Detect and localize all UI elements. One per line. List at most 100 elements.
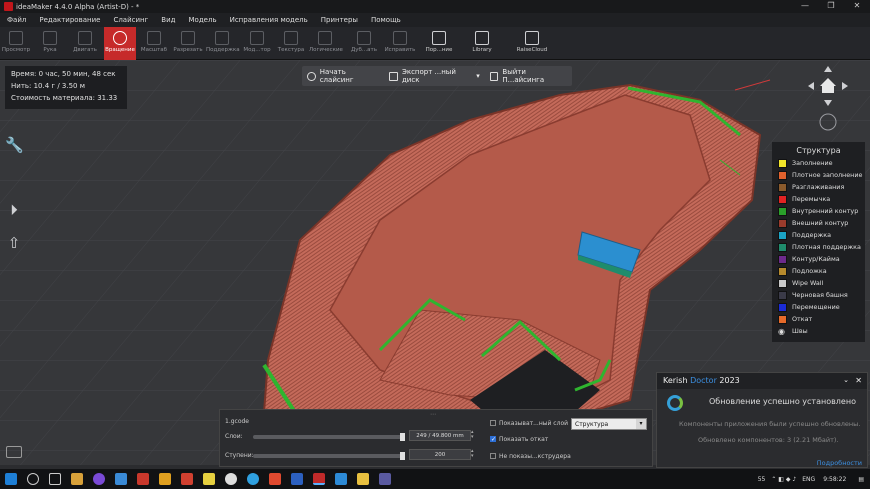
weather-temp[interactable]: 55 [758, 476, 766, 483]
play-icon [307, 71, 316, 81]
app-icon[interactable] [137, 473, 149, 485]
notification-header: Kerish Doctor 2023 ⌄ ✕ [657, 373, 867, 389]
menu-model[interactable]: Модель [189, 16, 217, 24]
close-icon[interactable]: ✕ [855, 376, 862, 385]
export-button[interactable]: Экспорт ...ный диск ▾ [384, 68, 484, 84]
upload-icon[interactable]: ⇧ [5, 234, 23, 252]
details-link[interactable]: Подробности [817, 459, 862, 467]
rotate-2d-icon[interactable] [819, 113, 837, 131]
language-indicator[interactable]: ENG [802, 476, 815, 483]
duplicate-icon [357, 31, 371, 45]
menu-printers[interactable]: Принтеры [321, 16, 358, 24]
task-view-icon[interactable] [49, 473, 61, 485]
browser-icon[interactable] [247, 473, 259, 485]
menu-help[interactable]: Помощь [371, 16, 401, 24]
cloud-icon [525, 31, 539, 45]
update-notification: Kerish Doctor 2023 ⌄ ✕ Обновление успешн… [656, 372, 868, 468]
start-slicing-button[interactable]: Начать слайсинг [302, 68, 384, 84]
keyboard-icon[interactable] [6, 446, 22, 458]
scale-icon [147, 31, 161, 45]
arrow-right-icon[interactable] [842, 82, 848, 90]
tray-icons[interactable]: ⌃ ◧ ◆ ♪ [771, 476, 796, 483]
steps-value-field[interactable]: 200 [409, 449, 471, 460]
layers-slider[interactable] [253, 433, 405, 441]
tool-texture[interactable]: Текстура [275, 27, 307, 60]
app-icon[interactable] [181, 473, 193, 485]
app-icon[interactable] [335, 473, 347, 485]
tool-layout[interactable]: Пор...ние [423, 27, 455, 60]
texture-icon [284, 31, 298, 45]
arrow-up-icon[interactable] [824, 66, 832, 72]
tool-modifier[interactable]: Мод...тор [241, 27, 273, 60]
tool-support[interactable]: Поддержка [206, 27, 240, 60]
legend-item: Плотная поддержка [772, 241, 865, 253]
notification-line2: Обновлено компонентов: 3 (2.21 Мбайт). [698, 436, 839, 444]
steps-spinner[interactable]: ▴ ▾ [471, 449, 474, 459]
layers-spinner[interactable]: ▴ ▾ [471, 430, 474, 440]
tool-hand[interactable]: Рука [34, 27, 66, 60]
steps-slider[interactable] [253, 452, 405, 460]
explorer-icon[interactable] [71, 473, 83, 485]
show-retract-checkbox[interactable]: ✓ [490, 436, 496, 443]
clock[interactable]: 9:58:22 [823, 476, 846, 483]
app-icon[interactable] [379, 473, 391, 485]
tool-library[interactable]: Library [466, 27, 498, 60]
menu-file[interactable]: Файл [7, 16, 26, 24]
legend-item: Разглаживания [772, 181, 865, 193]
legend-item: Заполнение [772, 157, 865, 169]
tool-cut[interactable]: Разрезать [172, 27, 204, 60]
structure-select[interactable]: Структура ▾ [571, 418, 647, 430]
ideamaker-taskbar-icon[interactable] [313, 473, 325, 485]
tool-scale[interactable]: Масштаб [138, 27, 170, 60]
app-icon[interactable] [159, 473, 171, 485]
app-icon[interactable] [225, 473, 237, 485]
chevron-down-icon[interactable]: ▾ [476, 72, 480, 80]
notification-center-icon[interactable]: ▤ [858, 476, 864, 483]
play-circle-icon[interactable]: ⏵ [5, 201, 23, 219]
app-icon[interactable] [115, 473, 127, 485]
collapse-icon[interactable]: ⌄ [843, 376, 849, 384]
tool-rotate[interactable]: Вращение [104, 27, 136, 60]
close-button[interactable]: ✕ [844, 0, 870, 13]
arrow-down-icon[interactable] [824, 100, 832, 106]
tool-move[interactable]: Двигать [69, 27, 101, 60]
menu-edit[interactable]: Редактирование [39, 16, 100, 24]
start-icon[interactable] [5, 473, 17, 485]
layers-value-field[interactable]: 249 / 49.800 mm [409, 430, 471, 441]
tool-repair[interactable]: Исправить [384, 27, 416, 60]
app-icon[interactable] [291, 473, 303, 485]
app-icon[interactable] [93, 473, 105, 485]
legend-swatch [778, 254, 787, 264]
drag-handle-icon[interactable]: ⋯ [430, 411, 436, 418]
layer-control-panel: ⋯ 1.gcode Слои: 249 / 49.800 mm ▴ ▾ Ступе… [219, 409, 653, 467]
app-icon[interactable] [269, 473, 281, 485]
legend-swatch [778, 158, 787, 168]
view-navigator[interactable] [806, 64, 850, 134]
menu-slicing[interactable]: Слайсинг [113, 16, 148, 24]
menu-model-repair[interactable]: Исправления модель [230, 16, 308, 24]
search-icon[interactable] [27, 473, 39, 485]
home-icon[interactable] [820, 78, 836, 93]
hide-extruder-label: Не показы...кструдера [499, 453, 571, 460]
app-icon[interactable] [203, 473, 215, 485]
exit-preview-button[interactable]: Выйти П...айсинга [485, 68, 572, 84]
layers-label: Слои: [225, 433, 243, 440]
layers-slider-handle[interactable] [400, 433, 405, 441]
eye-icon[interactable]: ◉ [778, 327, 787, 336]
show-layer-label: Показыват...ный слой [499, 420, 569, 427]
maximize-button[interactable]: ❐ [818, 0, 844, 13]
steps-slider-handle[interactable] [400, 452, 405, 460]
tool-boolean[interactable]: Логические [309, 27, 343, 60]
tool-preview[interactable]: Просмотр [0, 27, 32, 60]
legend-item: Wipe Wall [772, 277, 865, 289]
app-icon[interactable] [357, 473, 369, 485]
show-layer-checkbox[interactable] [490, 420, 496, 426]
tool-raisecloud[interactable]: RaiseCloud [512, 27, 552, 60]
tool-duplicate[interactable]: Дуб...ать [348, 27, 380, 60]
legend-item: Внешний контур [772, 217, 865, 229]
menu-view[interactable]: Вид [161, 16, 175, 24]
wrench-icon[interactable]: 🔧 [5, 136, 24, 154]
minimize-button[interactable]: — [792, 0, 818, 13]
arrow-left-icon[interactable] [808, 82, 814, 90]
hide-extruder-checkbox[interactable] [490, 453, 496, 459]
